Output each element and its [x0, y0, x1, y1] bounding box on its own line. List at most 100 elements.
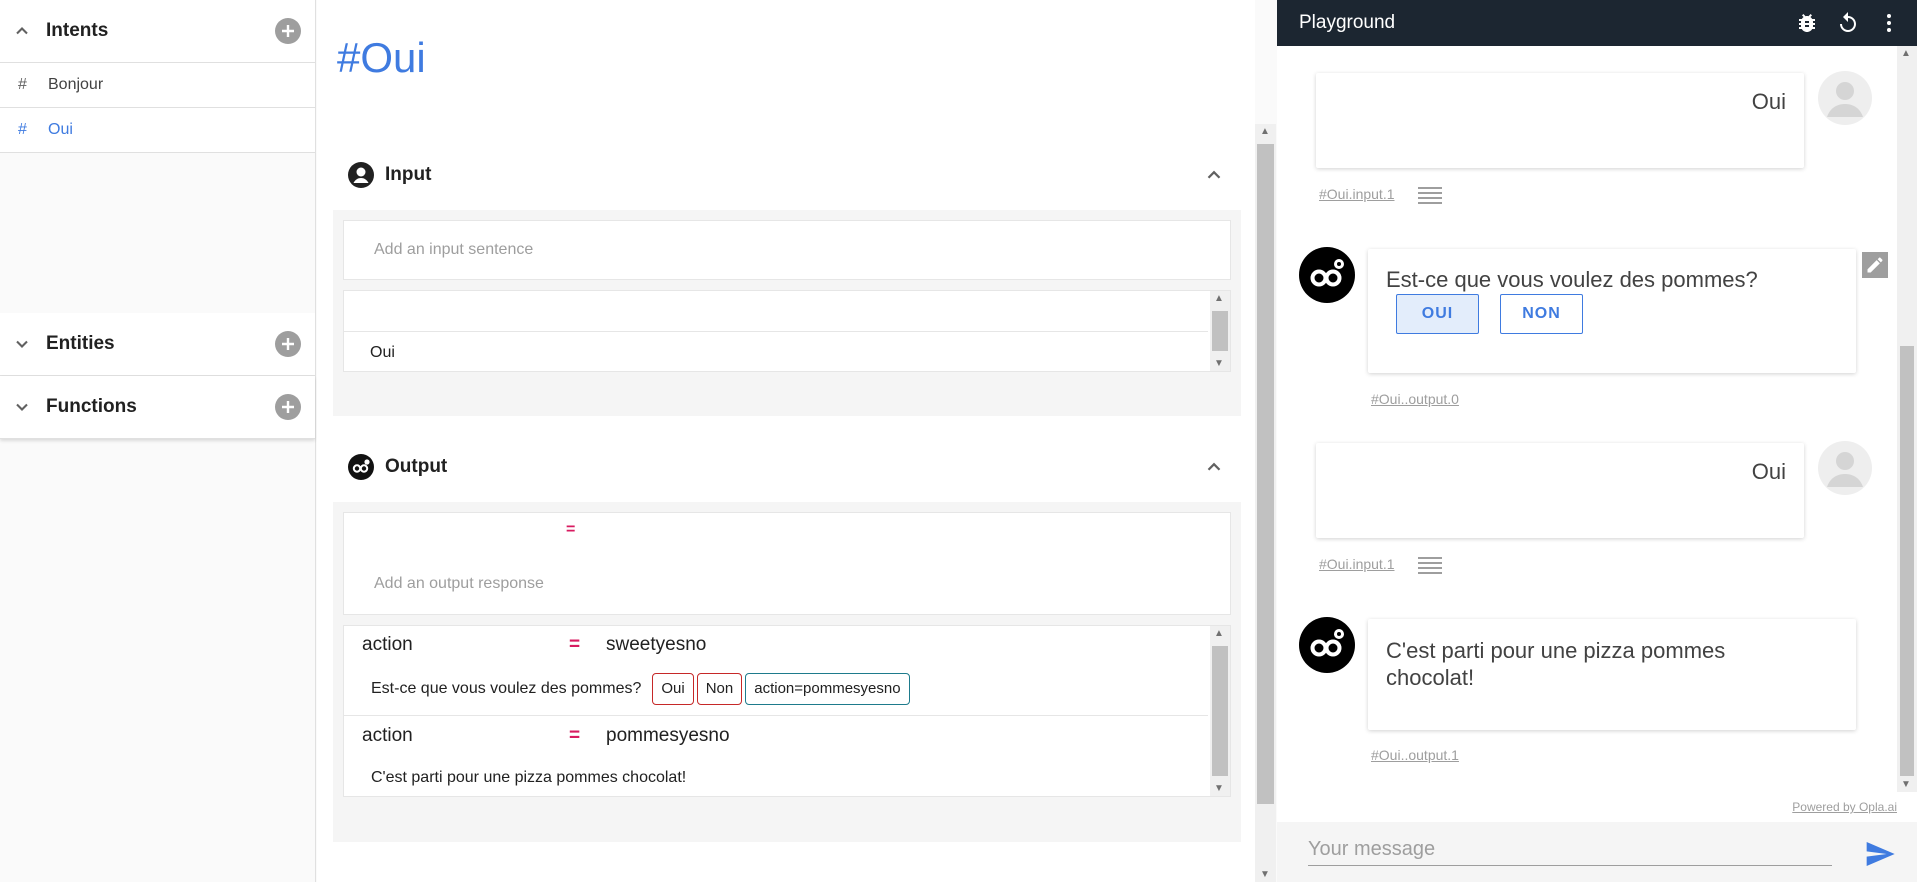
- avatar: [1818, 441, 1872, 495]
- output-text-row: Est-ce que vous voulez des pommes? Oui Non…: [371, 673, 910, 705]
- chevron-down-icon[interactable]: [12, 397, 32, 417]
- scroll-up-icon[interactable]: ▲: [1260, 126, 1270, 137]
- bot-avatar: [1299, 247, 1355, 303]
- output-value: pommesyesno: [606, 725, 730, 746]
- scroll-thumb[interactable]: [1900, 346, 1914, 776]
- user-message-bubble: Oui: [1316, 443, 1804, 538]
- scroll-up-icon[interactable]: ▲: [1214, 628, 1224, 639]
- avatar: [1818, 71, 1872, 125]
- playground-title: Playground: [1299, 12, 1396, 33]
- message-meta-link[interactable]: #Oui.input.1: [1319, 556, 1395, 572]
- entities-title: Entities: [46, 333, 115, 354]
- equals-sign: =: [569, 634, 581, 655]
- message-input[interactable]: Your message: [1308, 832, 1832, 866]
- page-scrollbar[interactable]: ▲ ▼: [1255, 124, 1276, 882]
- chip-oui[interactable]: Oui: [652, 673, 694, 705]
- edit-icon[interactable]: [1862, 252, 1888, 278]
- intent-editor: #Oui Input Add an input sentence Oui ▲ ▼: [317, 0, 1276, 882]
- list-item[interactable]: Oui: [344, 332, 1208, 373]
- functions-title: Functions: [46, 396, 137, 417]
- output-text: Est-ce que vous voulez des pommes?: [371, 680, 642, 697]
- list-item[interactable]: action = sweetyesno Est-ce que vous voul…: [344, 626, 1208, 716]
- add-function-button[interactable]: [275, 394, 301, 420]
- scroll-down-icon[interactable]: ▼: [1260, 869, 1270, 880]
- equals-sign: =: [566, 521, 576, 538]
- scrollbar[interactable]: ▲ ▼: [1210, 626, 1230, 796]
- plus-icon: [282, 338, 294, 350]
- message-meta-link[interactable]: #Oui..output.0: [1371, 391, 1459, 407]
- entities-header[interactable]: Entities: [0, 313, 315, 376]
- reply-button-non[interactable]: NON: [1500, 294, 1583, 334]
- chevron-down-icon[interactable]: [12, 334, 32, 354]
- add-output-box[interactable]: = Add an output response: [343, 512, 1231, 615]
- add-entity-button[interactable]: [275, 331, 301, 357]
- chevron-up-icon[interactable]: [1203, 456, 1225, 478]
- bot-message-bubble: Est-ce que vous voulez des pommes? OUI N…: [1368, 249, 1856, 373]
- chevron-up-icon[interactable]: [1203, 164, 1225, 186]
- user-circle-icon: [348, 162, 374, 188]
- output-value: sweetyesno: [606, 634, 707, 655]
- hash-icon: #: [18, 76, 27, 93]
- input-sentence-field[interactable]: Add an input sentence: [343, 220, 1231, 280]
- scroll-up-icon[interactable]: ▲: [1901, 48, 1911, 59]
- output-card-header: Output: [333, 432, 1241, 502]
- user-message-bubble: Oui: [1316, 73, 1804, 168]
- reload-icon[interactable]: [1834, 9, 1862, 37]
- plus-icon: [282, 25, 294, 37]
- sidebar-item-label: Bonjour: [48, 76, 104, 93]
- more-vert-icon[interactable]: [1875, 9, 1903, 37]
- sidebar-item-oui[interactable]: # Oui: [0, 108, 315, 153]
- scrollbar[interactable]: ▲ ▼: [1210, 291, 1230, 371]
- scroll-thumb[interactable]: [1212, 646, 1228, 776]
- output-list: action = sweetyesno Est-ce que vous voul…: [343, 625, 1231, 797]
- playground-toolbar: Playground: [1277, 0, 1917, 46]
- output-card-title: Output: [385, 456, 448, 477]
- bot-message-text: C'est parti pour une pizza pommes chocol…: [1386, 638, 1726, 690]
- plus-icon: [282, 401, 294, 413]
- message-meta-link[interactable]: #Oui..output.1: [1371, 747, 1459, 763]
- input-sentence-list: Oui ▲ ▼: [343, 290, 1231, 372]
- bug-icon[interactable]: [1793, 9, 1821, 37]
- output-card: Output = Add an output response action =…: [333, 432, 1241, 842]
- add-intent-button[interactable]: [275, 18, 301, 44]
- scroll-down-icon[interactable]: ▼: [1214, 358, 1224, 369]
- user-message-text: Oui: [1751, 89, 1786, 114]
- hash-icon: #: [18, 121, 27, 138]
- scroll-up-icon[interactable]: ▲: [1214, 293, 1224, 304]
- menu-lines-icon[interactable]: [1418, 186, 1442, 204]
- input-card-body: Add an input sentence Oui ▲ ▼: [333, 210, 1241, 382]
- sidebar: Intents # Bonjour # Oui Entities Functio…: [0, 0, 316, 882]
- message-meta-link[interactable]: #Oui.input.1: [1319, 186, 1395, 202]
- scroll-thumb[interactable]: [1257, 144, 1274, 804]
- bot-message-bubble: C'est parti pour une pizza pommes chocol…: [1368, 619, 1856, 730]
- bot-avatar: [1299, 617, 1355, 673]
- send-icon[interactable]: [1864, 838, 1896, 870]
- output-key: action: [362, 634, 413, 655]
- chevron-up-icon[interactable]: [12, 21, 32, 41]
- chip-action[interactable]: action=pommesyesno: [745, 673, 910, 705]
- powered-by-link[interactable]: Powered by Opla.ai: [1792, 800, 1897, 814]
- scroll-thumb[interactable]: [1212, 311, 1228, 351]
- equals-sign: =: [569, 725, 581, 746]
- bot-icon: [348, 454, 374, 480]
- user-message-text: Oui: [1751, 459, 1786, 484]
- functions-header[interactable]: Functions: [0, 376, 315, 439]
- page-title: #Oui: [337, 34, 426, 81]
- intents-header[interactable]: Intents: [0, 0, 315, 63]
- message-composer: Your message: [1277, 822, 1917, 882]
- reply-button-oui[interactable]: OUI: [1396, 294, 1479, 334]
- list-item[interactable]: action = pommesyesno C'est parti pour un…: [344, 717, 1208, 796]
- menu-lines-icon[interactable]: [1418, 556, 1442, 574]
- sidebar-item-label: Oui: [48, 121, 73, 138]
- output-text: C'est parti pour une pizza pommes chocol…: [371, 769, 687, 786]
- output-response-field[interactable]: Add an output response: [374, 575, 544, 593]
- intents-title: Intents: [46, 20, 109, 41]
- chip-non[interactable]: Non: [696, 673, 743, 705]
- sidebar-item-bonjour[interactable]: # Bonjour: [0, 63, 315, 108]
- scroll-down-icon[interactable]: ▼: [1901, 779, 1911, 790]
- input-card-header: Input: [333, 140, 1241, 210]
- playground-scrollbar[interactable]: ▲ ▼: [1897, 46, 1917, 792]
- output-card-body: = Add an output response action = sweety…: [333, 502, 1241, 807]
- scroll-down-icon[interactable]: ▼: [1214, 783, 1224, 794]
